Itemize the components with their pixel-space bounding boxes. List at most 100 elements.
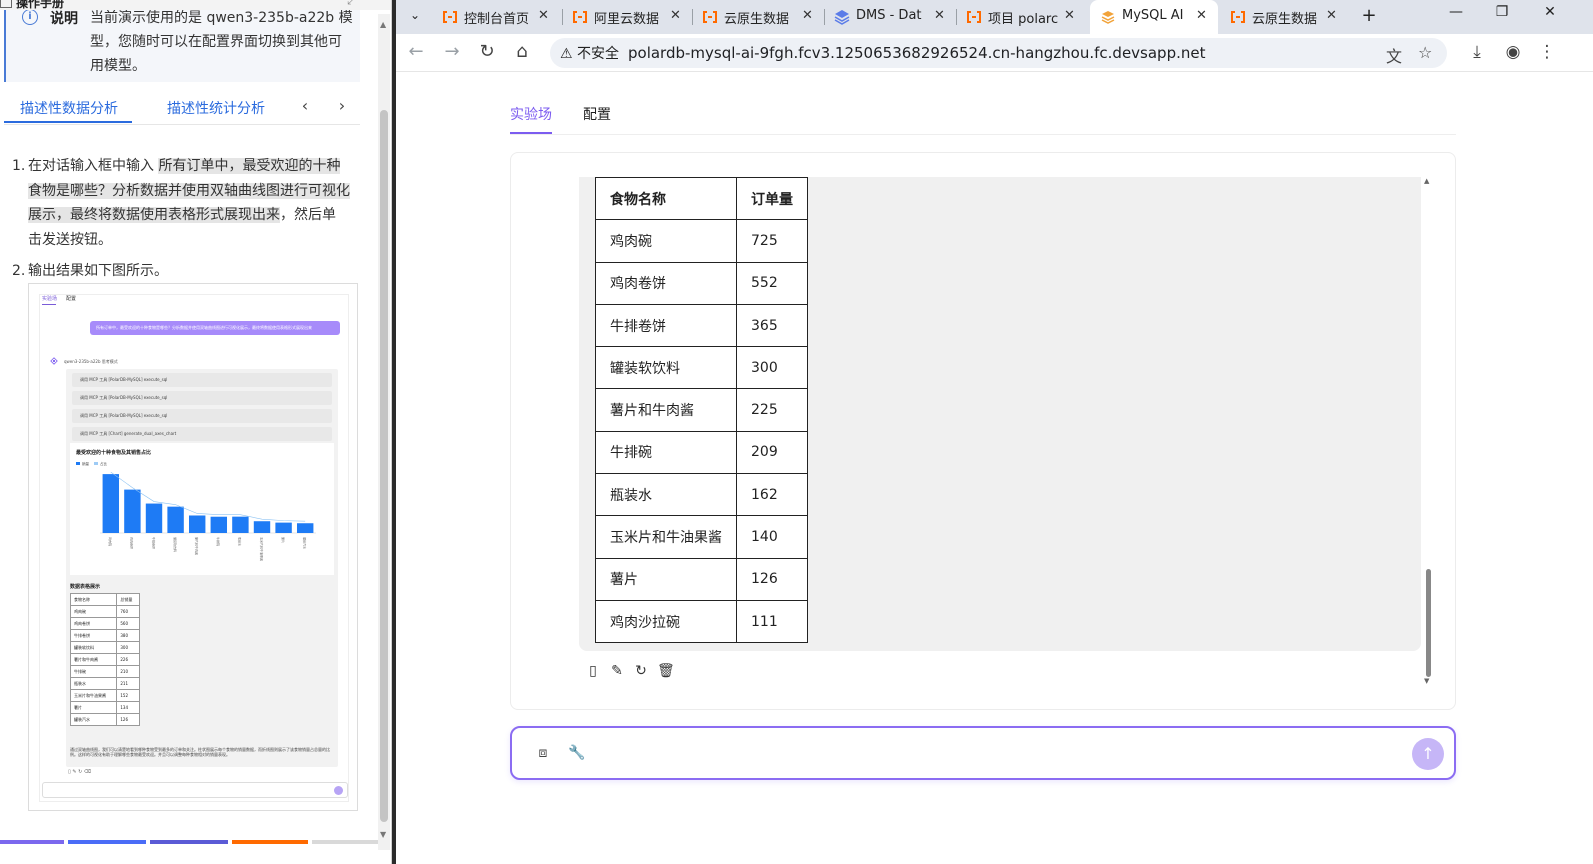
home-icon[interactable]: ⌂ [510,41,534,65]
browser-tab[interactable]: 控制台首页 ✕ [432,0,562,34]
table-row: 鸡肉沙拉碗 111 [595,599,808,644]
tab-playground[interactable]: 实验场 [510,104,552,124]
tab-title: 控制台首页 [464,12,530,27]
food-name-cell: 鸡肉碗 [595,219,737,263]
bot-icon [50,357,58,365]
new-tab-button[interactable]: + [1356,4,1382,30]
thumb-table-cell: 226 [116,653,140,666]
step1-text: 展示，最终将数据使用表格形式展现出来，然后单 [28,203,336,228]
doc-tab-descriptive-stats[interactable]: 描述性统计分析 [167,98,265,118]
thumb-frame: 实验场 配置 所有订单中，最受欢迎的十种食物是哪些？分析数据并使用双轴曲线图进行… [39,294,349,802]
step1-prompt: 所有订单中，最受欢迎的十种 [158,158,341,174]
scroll-up-icon[interactable]: ▲ [380,20,386,29]
order-count-cell: 365 [736,303,808,348]
thumb-table-cell: 210 [116,665,140,678]
scroll-thumb[interactable] [1426,569,1431,677]
minimize-icon[interactable]: — [1436,4,1476,20]
close-icon[interactable]: ✕ [1326,8,1337,23]
reload-icon[interactable]: ↻ [475,41,499,65]
legend-label: 销量 [82,461,89,466]
close-icon[interactable]: ✕ [934,8,945,23]
browser-tab[interactable]: DMS - Dat ✕ [824,0,956,34]
bottom-color-bar [0,840,378,844]
manual-scrollbar[interactable]: ▲ ▼ [378,14,390,850]
order-count-cell: 126 [736,557,808,601]
food-name-cell: 薯片 [595,557,737,601]
browser-tab[interactable]: 云原生数据 ✕ [1220,0,1350,34]
thumb-table-cell: 134 [116,701,140,714]
wrench-icon[interactable]: 🔧 [568,744,586,762]
table-row: 鸡肉碗 725 [595,219,808,263]
browser-tab-active[interactable]: MySQL AI ✕ [1090,0,1218,34]
scroll-up-icon[interactable]: ▲ [1424,177,1429,185]
delete-icon[interactable]: 🗑 [657,663,675,679]
menu-icon[interactable]: ⋮ [1536,42,1558,62]
toolbar: ← → ↻ ⌂ ⚠ 不安全 polardb-mysql-ai-9fgh.fcv3… [396,34,1593,72]
back-icon[interactable]: ← [404,41,428,65]
close-icon[interactable]: ✕ [802,8,813,23]
window-close-icon[interactable]: ✕ [1530,4,1570,20]
close-icon[interactable]: ✕ [1064,8,1075,23]
thumb-tool-text: 调用 MCP 工具 [Chart] generate_dual_axes_cha… [80,431,177,436]
chart-bar [296,523,314,533]
security-indicator[interactable]: ⚠ 不安全 [560,43,619,63]
legend-swatch [76,462,80,465]
regenerate-icon[interactable]: ↻ [633,663,649,679]
food-name-cell: 鸡肉沙拉碗 [595,599,737,644]
mysql-ai-icon [1101,11,1115,24]
thumb-table: 食物名称 总销量 鸡肉碗 760 鸡肉卷饼 560 牛排卷饼 380 罐装软饮料 300 薯片和牛肉… [69,593,140,726]
table-row: 罐装软饮料 300 [595,346,808,390]
profile-icon[interactable]: ◉ [1502,42,1524,62]
thumb-table-row: 薯片和牛肉酱 226 [69,653,140,666]
tab-title: MySQL AI [1122,8,1184,23]
restore-icon[interactable]: ❐ [1482,4,1522,20]
translate-icon[interactable]: 文 [1386,43,1402,67]
copy-icon[interactable]: ▯ [585,663,601,679]
scroll-down-icon[interactable]: ▼ [1424,677,1429,685]
thumb-tab-underline [42,304,56,305]
address-bar[interactable]: ⚠ 不安全 polardb-mysql-ai-9fgh.fcv3.1250653… [550,38,1447,68]
close-icon[interactable]: ✕ [1196,8,1207,23]
tab-title: 项目 polarc [988,12,1058,27]
chevron-left-icon[interactable]: ‹ [296,96,314,115]
order-count-cell: 162 [736,473,808,517]
chevron-right-icon[interactable]: › [333,96,351,115]
toolbox-icon[interactable]: ⧈ [534,744,552,762]
chat-input[interactable] [596,740,1396,766]
chat-scrollbar[interactable]: ▲ ▼ [1423,177,1435,687]
doc-tab-descriptive-data[interactable]: 描述性数据分析 [20,98,118,118]
thumb-table-cell: 560 [116,617,140,630]
thumb-table-cell: 总销量 [116,593,140,606]
browser-tab[interactable]: 项目 polarc ✕ [956,0,1088,34]
thumb-tab-lab: 实验场 [42,296,58,302]
send-button[interactable]: ↑ [1412,738,1444,770]
browser-tab[interactable]: 阿里云数据 ✕ [562,0,692,34]
edit-icon[interactable]: ✎ [609,663,625,679]
thumb-tool-call: 调用 MCP 工具 [PolarDB-MySQL] execute_sql [72,409,332,423]
thumb-table-cell: 罐装汽水 [69,713,118,726]
expand-icon[interactable]: ⤢ [347,0,356,8]
step1-prefix: 在对话输入框中输入 [28,158,154,174]
close-icon[interactable]: ✕ [538,8,549,23]
close-icon[interactable]: ✕ [670,8,681,23]
tab-search-dropdown-icon[interactable]: ⌄ [402,4,428,26]
download-icon[interactable]: ⤓ [1466,42,1488,62]
x-tick-label: 牛排碗 [216,537,221,546]
thumb-tool-call: 调用 MCP 工具 [Chart] generate_dual_axes_cha… [72,427,332,441]
table-row: 牛排卷饼 365 [595,303,808,348]
forward-icon[interactable]: → [440,41,464,65]
thumb-chart: 最受欢迎的十种食物及其销售占比 销量 占比 鸡肉碗 鸡肉卷饼 牛排卷饼 罐装软饮料 薯片和牛… [70,443,334,575]
column-header: 订单量 [736,176,808,221]
thumb-table-row: 罐装软饮料 300 [69,641,140,654]
browser-tab[interactable]: 云原生数据 ✕ [692,0,824,34]
scroll-thumb[interactable] [380,110,388,822]
step1-text: 食物是哪些？分析数据并使用双轴曲线图进行可视化 [28,179,350,204]
thumb-table-cell: 牛排卷饼 [69,629,118,642]
url-text[interactable]: polardb-mysql-ai-9fgh.fcv3.1250653682926… [628,44,1205,62]
step1-prompt: 食物是哪些？分析数据并使用双轴曲线图进行可视化 [28,182,350,199]
thumb-table-cell: 126 [116,713,140,726]
scroll-down-icon[interactable]: ▼ [380,830,386,839]
bookmark-star-icon[interactable]: ☆ [1418,43,1432,62]
step1-suffix: ，然后单 [280,207,336,223]
tab-config[interactable]: 配置 [583,104,611,124]
